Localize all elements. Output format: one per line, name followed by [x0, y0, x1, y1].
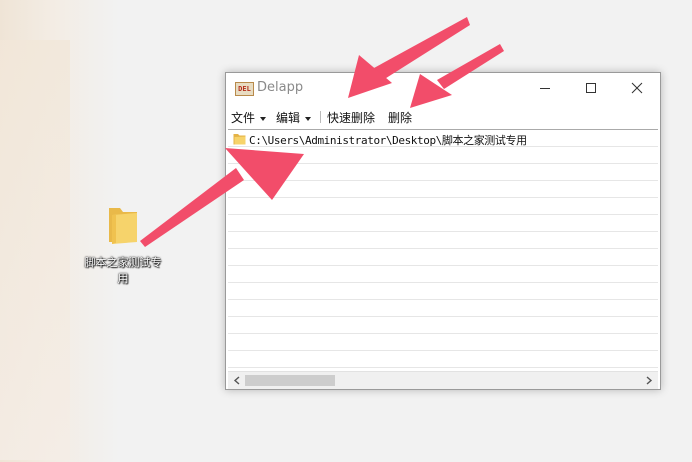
scroll-left-button[interactable] [230, 372, 244, 389]
menu-file-label: 文件 [231, 111, 256, 125]
horizontal-scrollbar[interactable] [228, 371, 658, 389]
chevron-down-icon [305, 116, 312, 121]
close-icon [631, 82, 643, 94]
delete-button[interactable]: 删除 [388, 109, 412, 126]
desktop-background-glow [0, 40, 70, 460]
window-title: Delapp [257, 80, 304, 95]
minimize-icon [540, 88, 550, 89]
desktop-folder-label: 脚本之家测试专用 [84, 256, 162, 285]
menu-separator [320, 111, 321, 123]
fast-delete-button[interactable]: 快速删除 [327, 109, 375, 126]
close-button[interactable] [614, 73, 660, 103]
folder-icon [109, 208, 137, 244]
list-item[interactable]: C:\Users\Administrator\Desktop\脚本之家测试专用 [228, 131, 658, 147]
chevron-left-icon [233, 376, 240, 385]
title-bar[interactable]: DEL Delapp [226, 73, 660, 103]
chevron-right-icon [646, 376, 653, 385]
list-item-path: C:\Users\Administrator\Desktop\脚本之家测试专用 [249, 134, 527, 147]
chevron-down-icon [260, 116, 267, 121]
minimize-button[interactable] [522, 73, 568, 103]
app-icon: DEL [235, 82, 254, 96]
file-list[interactable]: C:\Users\Administrator\Desktop\脚本之家测试专用 [228, 129, 658, 372]
menu-edit-label: 编辑 [276, 111, 301, 125]
menu-file[interactable]: 文件 [231, 109, 267, 126]
scroll-right-button[interactable] [642, 372, 656, 389]
maximize-button[interactable] [568, 73, 614, 103]
folder-icon [233, 134, 246, 145]
menu-edit[interactable]: 编辑 [276, 109, 312, 126]
scroll-thumb[interactable] [245, 375, 335, 386]
menu-bar: 文件 编辑 快速删除 删除 [226, 103, 660, 128]
maximize-icon [586, 83, 596, 93]
delapp-window: DEL Delapp 文件 编辑 快速删除 删除 C:\Users\Admini… [225, 72, 661, 390]
